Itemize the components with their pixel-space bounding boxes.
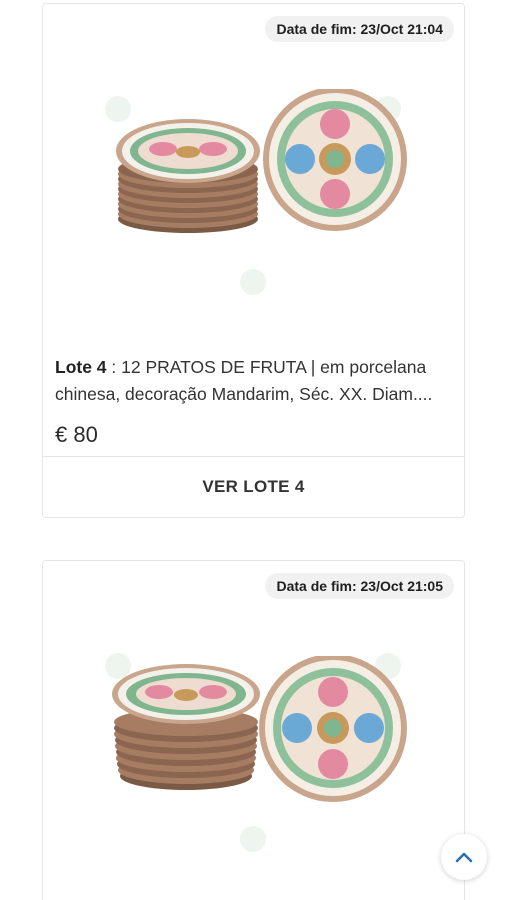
plate-stack [116,119,260,233]
end-date-badge: Data de fim: 23/Oct 21:05 [265,573,454,599]
watermark-logo [240,269,266,295]
plates-image [116,89,407,233]
end-date-label: Data de fim: [276,21,357,37]
lot-separator: : [106,357,122,377]
lot-card[interactable]: Data de fim: 23/Oct 21:04 Lote 4 : 12 PRA… [42,3,465,518]
end-date-badge: Data de fim: 23/Oct 21:04 [265,16,454,42]
lot-image[interactable]: Data de fim: 23/Oct 21:04 [43,4,464,334]
lot-list-page: Data de fim: 23/Oct 21:04 Lote 4 : 12 PRA… [0,0,507,900]
end-date-label: Data de fim: [276,578,357,594]
lot-info: Lote 4 : 12 PRATOS DE FRUTA | em porcela… [43,334,464,456]
lot-number: Lote 4 [55,357,107,377]
plates-image [112,656,407,802]
single-plate [259,656,407,802]
lot-price: € 80 [55,422,98,447]
end-date-value: 23/Oct 21:04 [360,21,444,37]
scroll-to-top-button[interactable] [441,834,487,880]
bowl-stack [112,664,260,790]
chevron-up-icon [455,852,473,863]
view-lot-button[interactable]: VER LOTE 4 [43,456,464,517]
end-date-value: 23/Oct 21:05 [360,578,444,594]
single-plate [263,89,407,231]
lot-image[interactable]: Data de fim: 23/Oct 21:05 [43,561,464,891]
watermark-logo [240,826,266,852]
lot-card[interactable]: Data de fim: 23/Oct 21:05 [42,560,465,900]
lot-description[interactable]: Lote 4 : 12 PRATOS DE FRUTA | em porcela… [55,354,452,408]
